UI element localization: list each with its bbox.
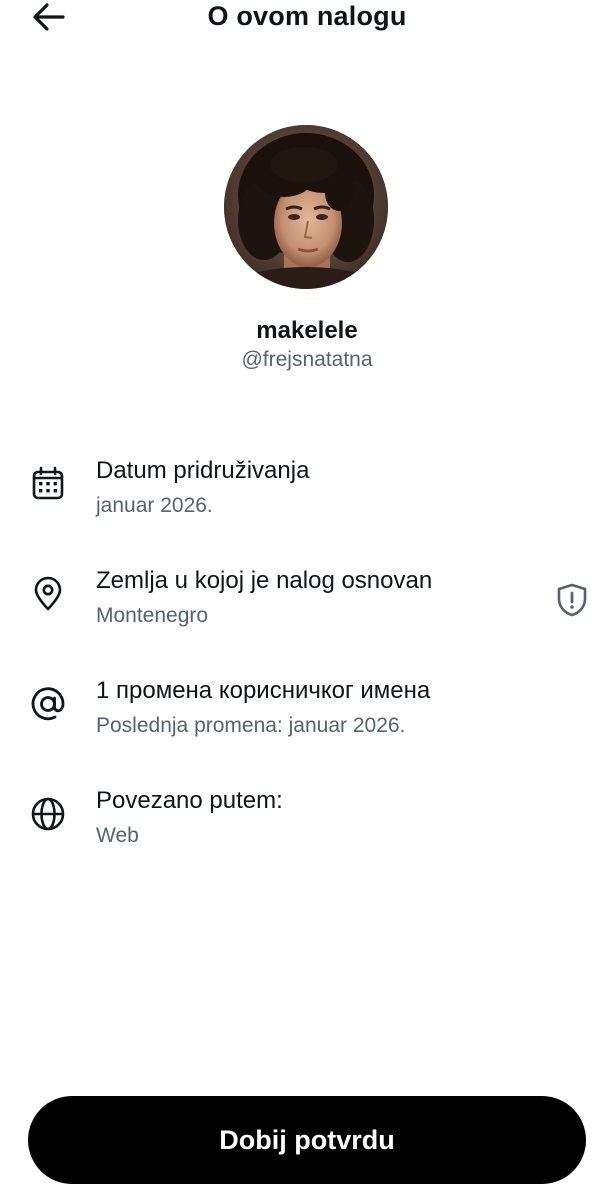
detail-subtitle: Web: [96, 824, 139, 847]
avatar: [224, 125, 388, 289]
globe-icon: [28, 794, 68, 834]
detail-subtitle: januar 2026.: [96, 494, 213, 517]
at-sign-icon: [28, 684, 68, 724]
calendar-icon: [28, 464, 68, 504]
about-account-page: O ovom nalogu makelele @frejsnatatna Dat…: [0, 0, 614, 1200]
profile-name: makelele: [256, 317, 358, 344]
avatar-image: [224, 125, 388, 289]
detail-title: Datum pridruživanja: [96, 457, 310, 484]
detail-row-country: Zemlja u kojoj je nalog osnovan Monteneg…: [0, 566, 614, 656]
detail-title: Zemlja u kojoj je nalog osnovan: [96, 567, 433, 594]
get-verified-button[interactable]: Dobij potvrdu: [28, 1096, 586, 1184]
detail-row-username-changes: 1 промена корисничког имена Poslednja pr…: [0, 676, 614, 766]
detail-title: 1 промена корисничког имена: [96, 677, 431, 704]
detail-subtitle: Poslednja promena: januar 2026.: [96, 714, 406, 737]
detail-row-join-date: Datum pridruživanja januar 2026.: [0, 456, 614, 546]
location-pin-icon: [28, 574, 68, 614]
shield-alert-button[interactable]: [552, 580, 592, 620]
detail-subtitle: Montenegro: [96, 604, 209, 627]
page-title: O ovom nalogu: [207, 1, 407, 31]
detail-title: Povezano putem:: [96, 787, 283, 814]
detail-row-connected-via: Povezano putem: Web: [0, 786, 614, 876]
shield-alert-icon: [557, 583, 587, 617]
profile-handle: @frejsnatatna: [241, 348, 373, 371]
header: O ovom nalogu: [0, 0, 614, 36]
